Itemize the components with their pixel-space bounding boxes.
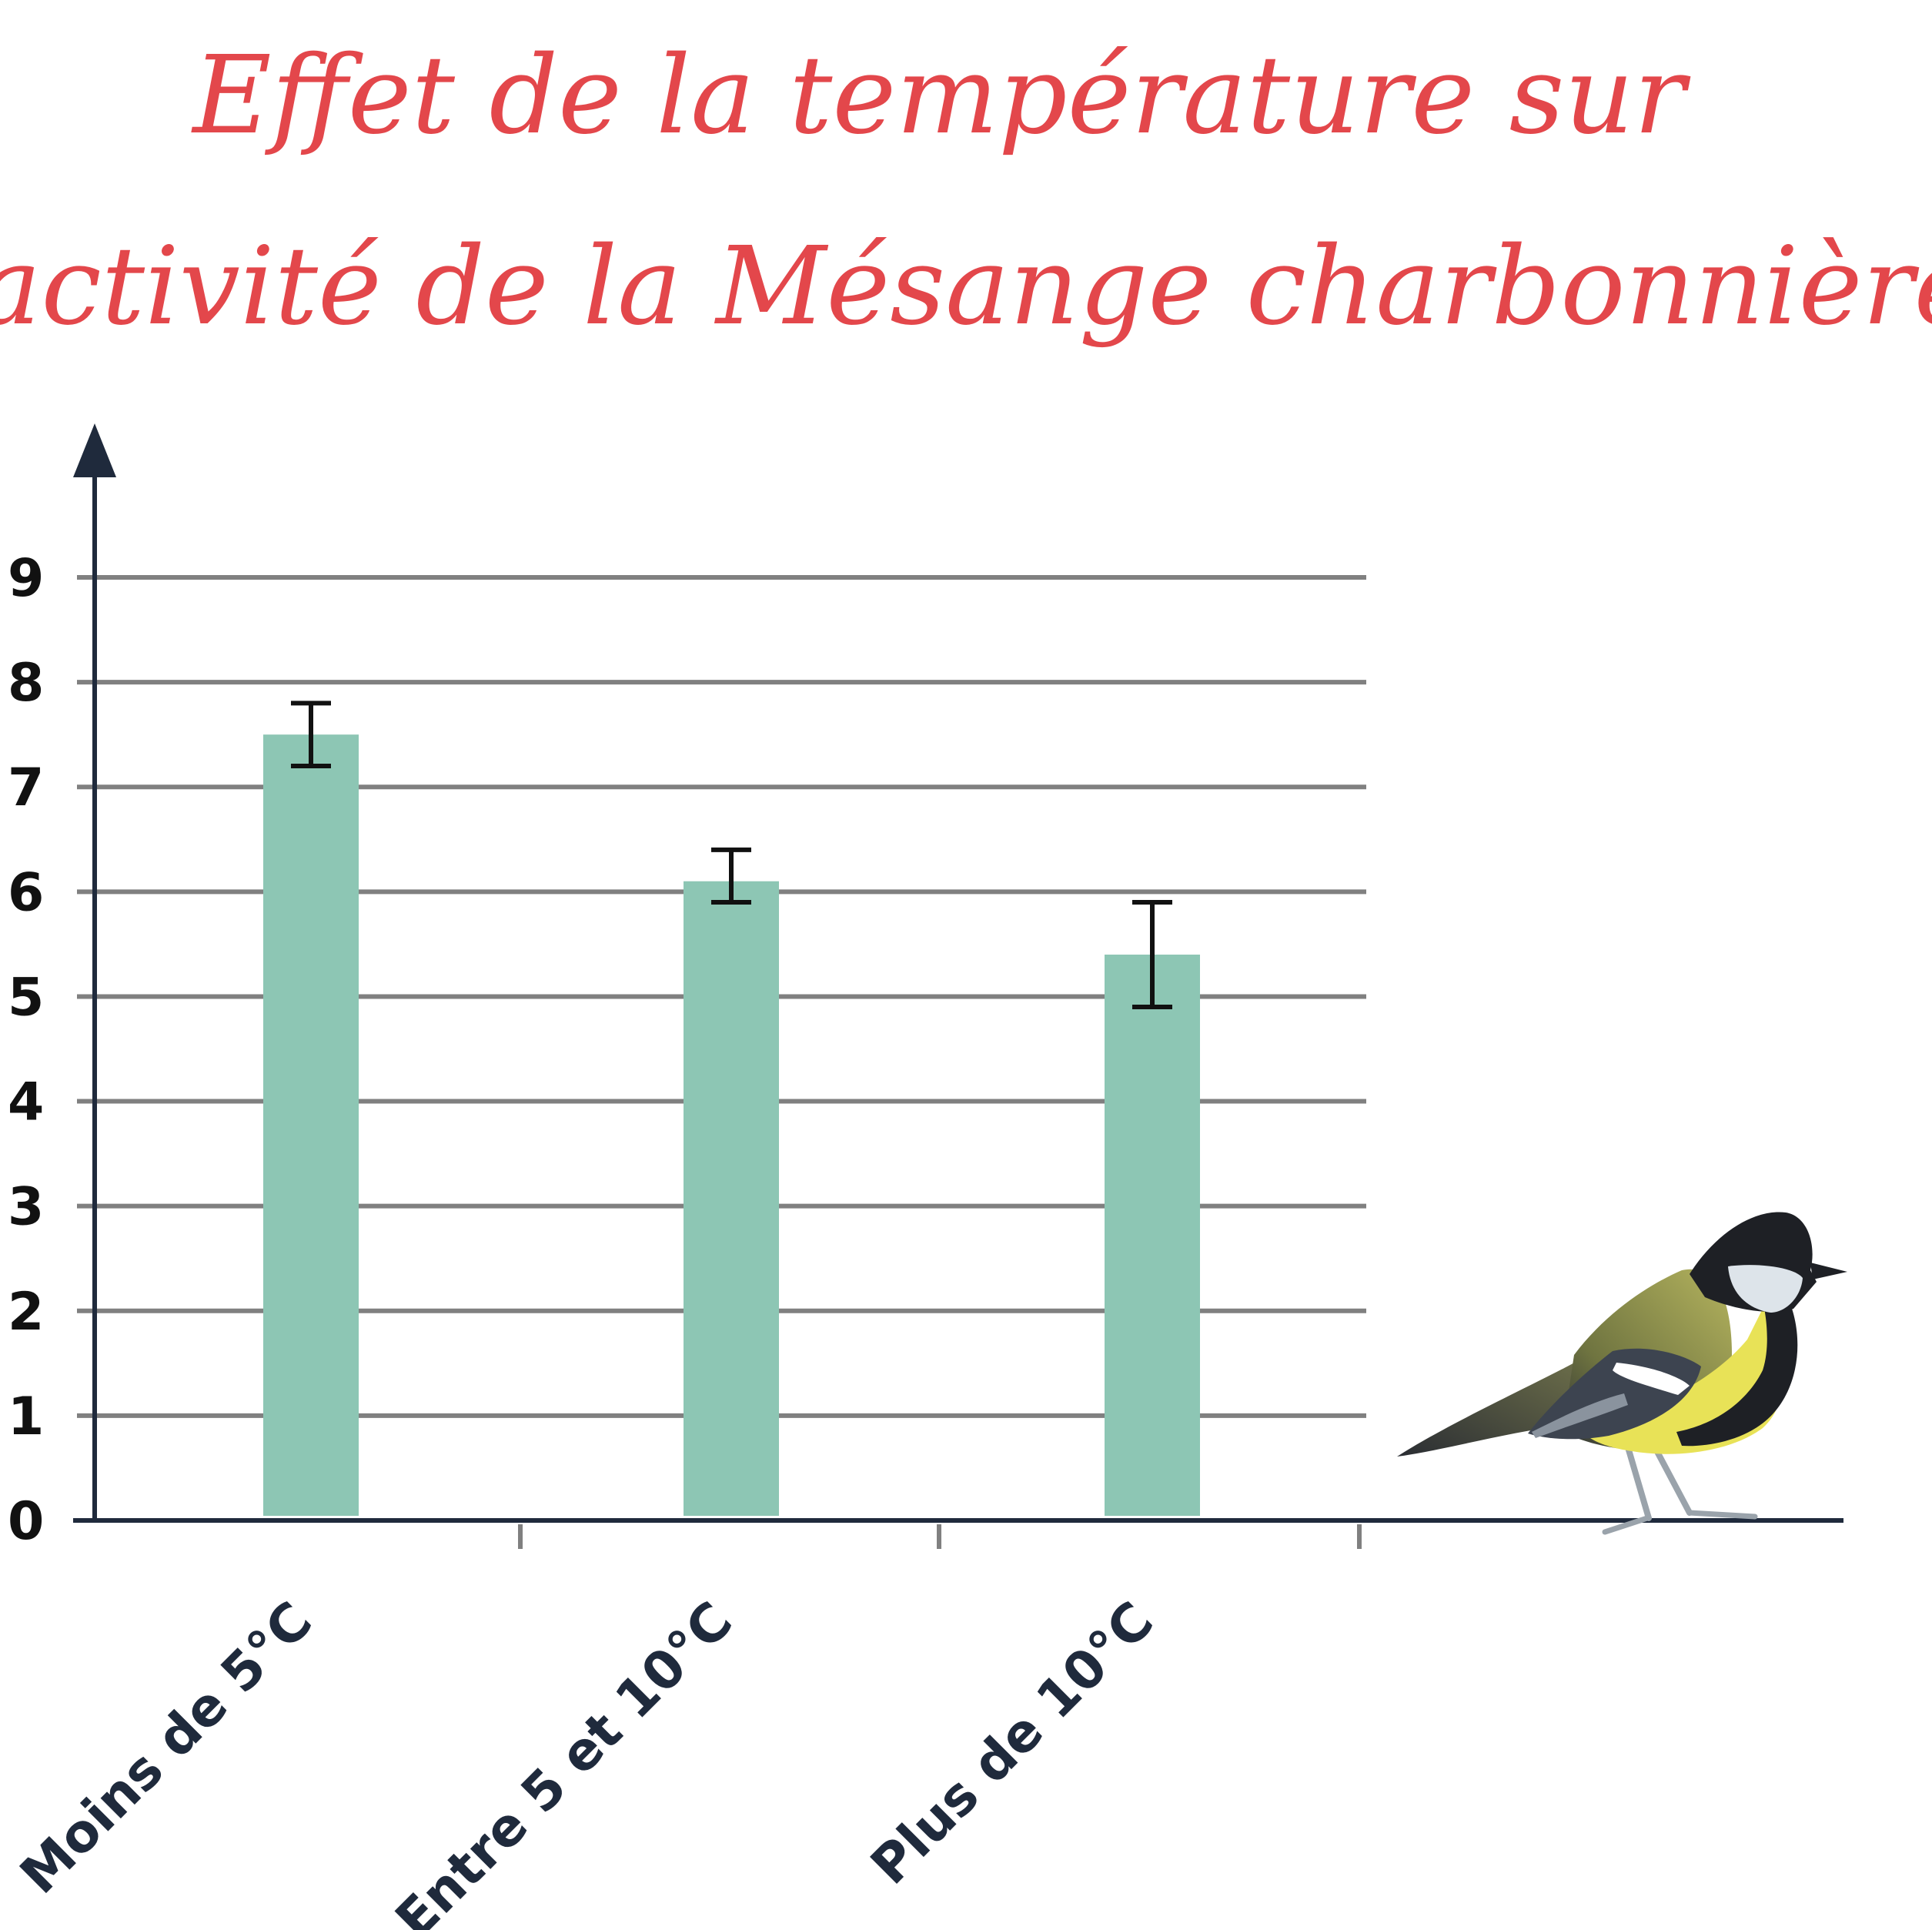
x-category-label: Entre 5 et 10°C bbox=[384, 1590, 744, 1930]
y-tick-label: 2 bbox=[8, 1282, 44, 1343]
chart-title-line-1: Effet de la température sur bbox=[190, 33, 1690, 159]
bar bbox=[263, 734, 359, 1516]
y-tick-label: 0 bbox=[8, 1491, 44, 1552]
great-tit-bird-illustration bbox=[1397, 1212, 1847, 1535]
x-category-labels: Moins de 5°C Entre 5 et 10°C Plus de 10°C bbox=[9, 1590, 1165, 1930]
x-category-label: Moins de 5°C bbox=[9, 1590, 324, 1905]
y-axis-arrowhead-icon bbox=[73, 423, 116, 477]
bar bbox=[1105, 955, 1200, 1516]
y-tick-label: 1 bbox=[8, 1386, 44, 1447]
y-tick-label: 5 bbox=[8, 967, 44, 1028]
y-tick-label: 3 bbox=[8, 1177, 44, 1238]
y-tick-label: 7 bbox=[8, 758, 44, 818]
y-tick-label: 9 bbox=[8, 548, 44, 609]
y-tick-labels: 0 1 2 3 4 5 6 7 8 9 bbox=[8, 548, 44, 1552]
bar bbox=[684, 881, 779, 1516]
chart-title-line-2: l’activité de la Mésange charbonnière bbox=[0, 224, 1932, 350]
y-tick-label: 8 bbox=[8, 653, 44, 714]
y-tick-label: 6 bbox=[8, 862, 44, 923]
chart: Effet de la température sur l’activité d… bbox=[0, 33, 1932, 1930]
y-tick-label: 4 bbox=[8, 1072, 44, 1133]
x-category-label: Plus de 10°C bbox=[860, 1590, 1165, 1896]
